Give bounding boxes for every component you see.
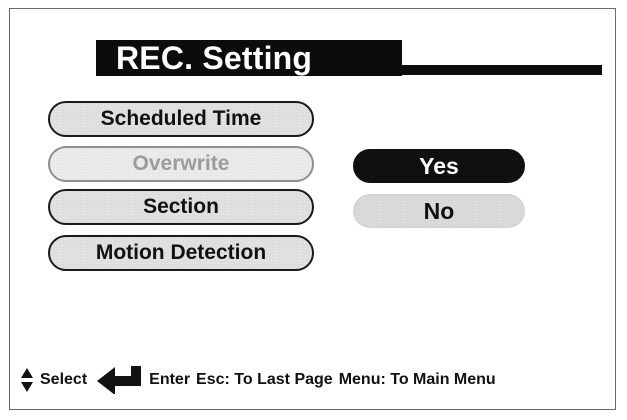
yes-option[interactable]: Yes: [353, 149, 525, 183]
select-label: Select: [40, 371, 88, 388]
overwrite-button[interactable]: Overwrite: [48, 146, 314, 182]
page-title: REC. Setting: [116, 40, 313, 76]
section-button[interactable]: Section: [48, 189, 314, 225]
no-option[interactable]: No: [353, 194, 525, 228]
menu-help-text: Menu: To Main Menu: [338, 371, 496, 388]
header-underline: [402, 65, 602, 75]
scheduled-time-button[interactable]: Scheduled Time: [48, 101, 314, 137]
footer-help: Select Enter Esc: To Last Page Menu: To …: [20, 365, 496, 395]
enter-arrow-icon: [95, 366, 143, 394]
enter-label: Enter: [149, 371, 191, 388]
esc-help-text: Esc: To Last Page: [196, 371, 333, 388]
up-down-arrows-icon: [20, 367, 34, 393]
motion-detection-button[interactable]: Motion Detection: [48, 235, 314, 271]
